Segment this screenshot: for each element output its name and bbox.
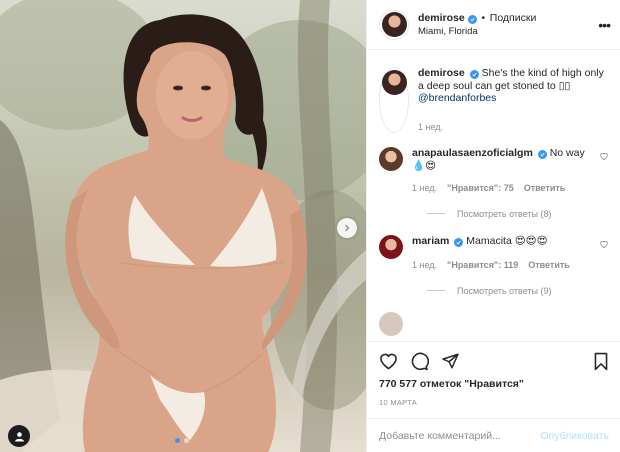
next-photo-button[interactable] [337, 218, 357, 238]
avatar[interactable] [379, 311, 403, 336]
replies-divider [427, 213, 445, 214]
caption-emoji: ▯▯ [558, 79, 571, 92]
comment-button[interactable] [410, 352, 429, 371]
share-button[interactable] [441, 352, 460, 370]
caption-time[interactable]: 1 нед. [418, 121, 443, 134]
like-button[interactable] [379, 352, 398, 370]
caption-meta: 1 нед. [418, 121, 609, 134]
comment-meta: 1 нед. "Нравится": 75 Ответить [412, 182, 599, 195]
avatar[interactable] [379, 147, 403, 171]
user-tag-icon [14, 431, 24, 441]
caption-mention-link[interactable]: @brendanforbes [418, 92, 496, 104]
likes-count[interactable]: 770 577 отметок "Нравится" [379, 378, 609, 390]
post-modal: demirose • Подписки Miami, Florida ••• d… [0, 0, 620, 452]
photo-scene [0, 0, 366, 452]
avatar[interactable] [379, 234, 403, 259]
add-comment-form: Опубликовать [367, 418, 620, 452]
comment-body: mariam Mamacita 😍😍😍 1 нед. "Нравится": 1… [412, 235, 599, 272]
post-photo[interactable] [0, 0, 366, 452]
comment-reply-button[interactable]: Ответить [528, 259, 570, 272]
caption-avatar-ring[interactable] [379, 67, 409, 133]
avatar[interactable] [381, 12, 407, 37]
heart-icon[interactable] [599, 239, 609, 249]
header-separator: • [481, 12, 485, 24]
author-avatar-ring[interactable] [379, 9, 409, 40]
comments-list[interactable]: demirose She's the kind of high only a d… [367, 51, 620, 341]
comment-text: Mamacita 😍😍😍 [466, 234, 548, 247]
view-replies-button[interactable]: Посмотреть ответы (9) [427, 286, 609, 296]
comment-meta: 1 нед. "Нравится": 119 Ответить [412, 259, 599, 272]
comment-item-partial [379, 311, 609, 336]
caption-body: demirose She's the kind of high only a d… [418, 67, 609, 133]
comment-likes[interactable]: "Нравится": 119 [447, 259, 518, 272]
avatar[interactable] [381, 69, 407, 95]
caption: demirose She's the kind of high only a d… [379, 67, 609, 133]
view-replies-label: Посмотреть ответы (8) [457, 208, 552, 219]
post-actions: 770 577 отметок "Нравится" 10 МАРТА [367, 341, 620, 407]
verified-icon [454, 237, 464, 247]
post-sidebar: demirose • Подписки Miami, Florida ••• d… [366, 0, 620, 452]
author-username[interactable]: demirose [418, 12, 465, 24]
comment-input[interactable] [379, 429, 541, 442]
heart-icon [380, 353, 397, 370]
comment-icon [411, 352, 429, 370]
carousel-indicator [175, 438, 189, 443]
comment-reply-button[interactable]: Ответить [524, 182, 566, 195]
view-replies-button[interactable]: Посмотреть ответы (8) [427, 209, 609, 219]
comment-likes[interactable]: "Нравится": 75 [447, 182, 514, 195]
following-button[interactable]: Подписки [490, 12, 537, 24]
verified-icon [537, 150, 547, 159]
chevron-right-icon [345, 224, 350, 232]
carousel-dot-active [175, 438, 180, 443]
action-icons [379, 350, 609, 372]
publish-button[interactable]: Опубликовать [540, 430, 609, 442]
more-options-icon[interactable]: ••• [598, 18, 611, 32]
carousel-dot [184, 438, 189, 443]
comment-username[interactable]: anapaulasaenzoficialgm [412, 147, 533, 159]
replies-divider [427, 290, 445, 291]
comment-time[interactable]: 1 нед. [412, 259, 437, 272]
comment-username[interactable]: mariam [412, 235, 449, 247]
comment-item: mariam Mamacita 😍😍😍 1 нед. "Нравится": 1… [379, 234, 609, 272]
save-button[interactable] [593, 352, 609, 371]
post-header: demirose • Подписки Miami, Florida ••• [367, 0, 620, 50]
comment-item: anapaulasaenzoficialgm No way 💧😍 1 нед. … [379, 147, 609, 195]
post-date[interactable]: 10 МАРТА [379, 398, 609, 407]
post-location[interactable]: Miami, Florida [418, 25, 598, 38]
bookmark-icon [594, 352, 608, 370]
comment-body: anapaulasaenzoficialgm No way 💧😍 1 нед. … [412, 147, 599, 195]
post-header-meta: demirose • Подписки Miami, Florida [418, 12, 598, 38]
view-replies-label: Посмотреть ответы (9) [457, 285, 552, 296]
heart-icon[interactable] [599, 151, 609, 161]
share-icon [442, 353, 459, 369]
comment-time[interactable]: 1 нед. [412, 182, 437, 195]
verified-icon [469, 70, 479, 79]
verified-icon [467, 14, 477, 24]
caption-username[interactable]: demirose [418, 67, 465, 79]
tagged-users-button[interactable] [8, 425, 30, 447]
